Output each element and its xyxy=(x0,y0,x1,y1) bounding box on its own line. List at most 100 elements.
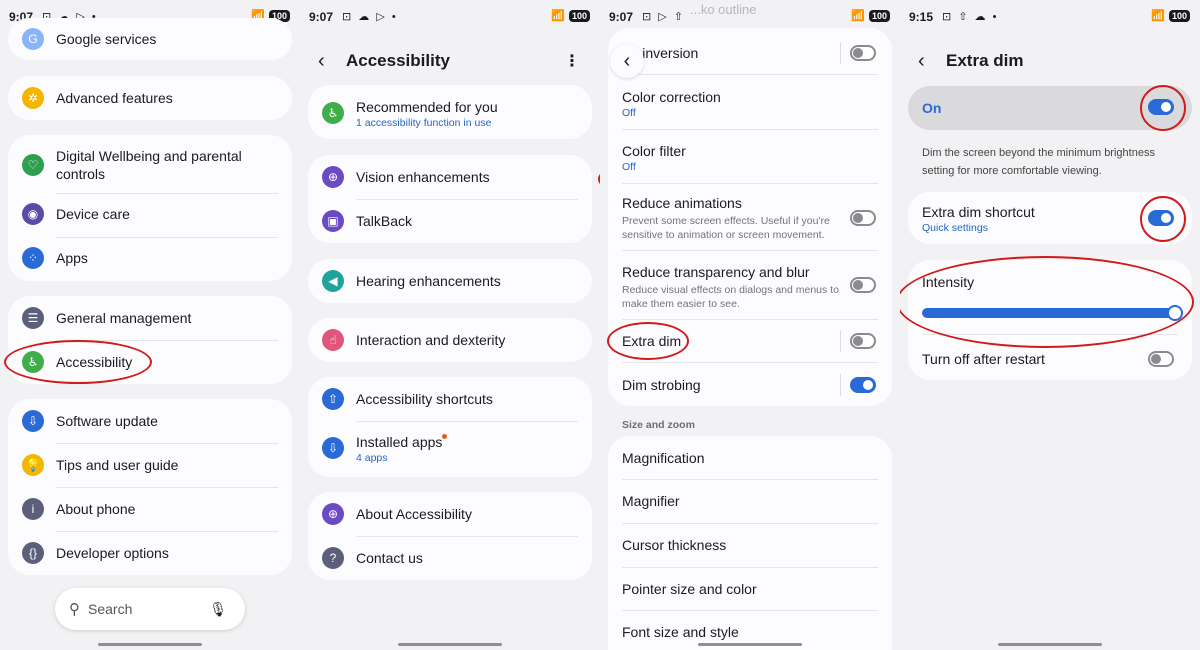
settings-item-accessibility[interactable]: ♿ Accessibility xyxy=(8,351,292,373)
item-label: Extra dim shortcut xyxy=(922,203,1035,220)
extra-dim-toggle[interactable] xyxy=(850,333,876,349)
mic-icon[interactable]: 🎙 xyxy=(209,601,227,618)
divider xyxy=(622,74,878,75)
accessibility-shortcuts-item[interactable]: ⇧ Accessibility shortcuts xyxy=(308,388,592,410)
settings-item-software-update[interactable]: ⇩ Software update xyxy=(8,410,292,432)
cursor-thickness-item[interactable]: Cursor thickness xyxy=(608,534,892,556)
magnifier-item[interactable]: Magnifier xyxy=(608,490,892,512)
item-label: Magnification xyxy=(622,450,705,466)
item-label: Google services xyxy=(56,31,157,47)
on-label: On xyxy=(922,100,942,116)
separator xyxy=(840,330,841,352)
settings-item-developer-options[interactable]: {} Developer options xyxy=(8,542,292,564)
back-button[interactable]: ‹ xyxy=(610,44,644,78)
divider xyxy=(56,237,278,238)
sidebar-item-google-services[interactable]: G Google services xyxy=(8,28,292,50)
intensity-card: Intensity Turn off after restart xyxy=(908,260,1192,380)
item-label: Color filter xyxy=(622,142,686,159)
item-sub: Quick settings xyxy=(922,221,988,234)
gesture-bar[interactable] xyxy=(398,643,502,646)
settings-item-about-phone[interactable]: i About phone xyxy=(8,498,292,520)
gesture-bar[interactable] xyxy=(998,643,1102,646)
interaction-dexterity-item[interactable]: ☝ Interaction and dexterity xyxy=(308,329,592,351)
shortcut-icon: ⇧ xyxy=(322,388,344,410)
item-label: Cursor thickness xyxy=(622,537,727,553)
item-label: Color correction xyxy=(622,88,721,105)
section-header: Size and zoom xyxy=(622,419,695,431)
vision-enhancements-item[interactable]: ⊕ Vision enhancements xyxy=(308,166,592,188)
status-time: 9:07 xyxy=(609,10,634,24)
page-header: ‹ Extra dim xyxy=(900,44,1200,78)
divider xyxy=(56,443,278,444)
installed-apps-item[interactable]: ⇩ Installed apps 4 apps xyxy=(308,432,592,464)
gear-star-icon: ✲ xyxy=(22,87,44,109)
recommended-item[interactable]: ♿ Recommended for you 1 accessibility fu… xyxy=(308,97,592,129)
settings-item-device-care[interactable]: ◉ Device care xyxy=(8,203,292,225)
item-label: Magnifier xyxy=(622,493,680,509)
more-options-icon[interactable]: ⋮ xyxy=(564,51,580,71)
gesture-bar[interactable] xyxy=(98,643,202,646)
settings-item-advanced-features[interactable]: ✲ Advanced features xyxy=(8,87,292,109)
divider xyxy=(622,610,878,611)
intensity-slider[interactable] xyxy=(922,305,1183,321)
divider xyxy=(622,362,878,363)
item-label: Device care xyxy=(56,206,130,222)
new-badge-dot xyxy=(442,433,447,439)
item-text: Reduce transparency and blur Reduce visu… xyxy=(622,263,842,311)
divider xyxy=(622,250,878,251)
download-icon: ⇩ xyxy=(322,437,344,459)
item-label: Accessibility xyxy=(56,354,133,370)
color-inversion-toggle[interactable] xyxy=(850,45,876,61)
heart-icon: ♡ xyxy=(22,154,44,176)
google-icon: G xyxy=(22,28,44,50)
divider xyxy=(622,479,878,480)
wifi-icon: 📶 xyxy=(1151,10,1165,22)
item-label: General management xyxy=(56,310,192,326)
gesture-bar[interactable] xyxy=(698,643,802,646)
divider xyxy=(922,334,1178,335)
divider xyxy=(56,340,278,341)
restart-toggle[interactable] xyxy=(1148,351,1174,367)
notification-icons: ⊡ ⇧ ☁ • xyxy=(942,11,999,23)
page-title: Extra dim xyxy=(946,51,1024,70)
question-icon: ? xyxy=(322,547,344,569)
settings-item-digital-wellbeing[interactable]: ♡ Digital Wellbeing and parental control… xyxy=(8,145,292,185)
about-accessibility-item[interactable]: ⊕ About Accessibility xyxy=(308,503,592,525)
hearing-card: ◀ Hearing enhancements xyxy=(308,259,592,303)
master-switch-bar[interactable]: On xyxy=(908,86,1192,130)
item-label: Developer options xyxy=(56,545,169,561)
search-button[interactable]: ⚲ Search 🎙 xyxy=(55,588,245,630)
braces-icon: {} xyxy=(22,542,44,564)
wifi-icon: 📶 xyxy=(851,10,865,22)
item-label: About Accessibility xyxy=(356,506,472,522)
battery-icon: 100 xyxy=(868,9,890,22)
status-bar: 9:15 ⊡ ⇧ ☁ • 📶 100 xyxy=(900,0,1200,34)
divider xyxy=(622,319,878,320)
extra-dim-master-toggle[interactable] xyxy=(1148,99,1174,115)
settings-item-apps[interactable]: ⁘ Apps xyxy=(8,247,292,269)
reduce-animations-toggle[interactable] xyxy=(850,210,876,226)
color-filter-item[interactable]: Color filter Off xyxy=(608,141,892,173)
hearing-enhancements-item[interactable]: ◀ Hearing enhancements xyxy=(308,270,592,292)
page-header: ‹ Accessibility ⋮ xyxy=(300,44,600,78)
extra-dim-panel: 9:15 ⊡ ⇧ ☁ • 📶 100 ‹ Extra dim On Dim th… xyxy=(900,0,1200,650)
talkback-item[interactable]: ▣ TalkBack xyxy=(308,210,592,232)
font-size-item[interactable]: Font size and style xyxy=(608,621,892,643)
settings-item-tips[interactable]: 💡 Tips and user guide xyxy=(8,454,292,476)
dim-strobing-toggle[interactable] xyxy=(850,377,876,393)
shortcut-toggle[interactable] xyxy=(1148,210,1174,226)
pointer-size-item[interactable]: Pointer size and color xyxy=(608,578,892,600)
slider-thumb[interactable] xyxy=(1167,305,1183,321)
back-arrow-icon[interactable]: ‹ xyxy=(918,50,925,73)
magnification-item[interactable]: Magnification xyxy=(608,447,892,469)
item-label: Tips and user guide xyxy=(56,457,179,473)
contact-us-item[interactable]: ? Contact us xyxy=(308,547,592,569)
settings-item-general-management[interactable]: ☰ General management xyxy=(8,307,292,329)
divider xyxy=(56,193,278,194)
shortcut-card: Extra dim shortcut Quick settings xyxy=(908,192,1192,244)
device-care-icon: ◉ xyxy=(22,203,44,225)
color-correction-item[interactable]: Color correction Off xyxy=(608,87,892,119)
back-arrow-icon[interactable]: ‹ xyxy=(318,50,325,73)
reduce-transparency-toggle[interactable] xyxy=(850,277,876,293)
item-label: Digital Wellbeing and parental controls xyxy=(56,148,242,182)
